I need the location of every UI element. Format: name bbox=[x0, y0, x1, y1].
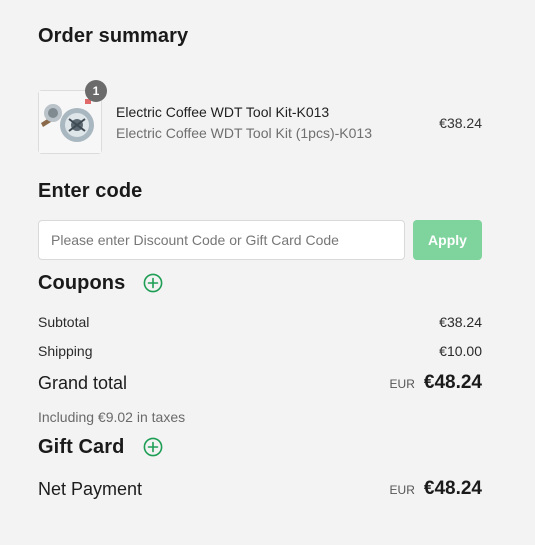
product-name: Electric Coffee WDT Tool Kit-K013 bbox=[116, 104, 330, 120]
grand-total-currency: EUR bbox=[389, 377, 415, 391]
tax-note: Including €9.02 in taxes bbox=[38, 409, 186, 425]
grand-total-amount: EUR €48.24 bbox=[390, 372, 482, 394]
enter-code-title: Enter code bbox=[38, 180, 143, 202]
net-payment-currency: EUR bbox=[389, 483, 415, 497]
shipping-value: €10.00 bbox=[439, 343, 482, 359]
quantity-badge: 1 bbox=[85, 80, 107, 102]
gift-card-title: Gift Card bbox=[38, 436, 125, 458]
grand-total-value: €48.24 bbox=[423, 372, 482, 393]
subtotal-value: €38.24 bbox=[439, 314, 482, 330]
plus-circle-icon[interactable] bbox=[143, 437, 163, 457]
apply-button[interactable]: Apply bbox=[413, 220, 482, 260]
gift-card-add-button[interactable] bbox=[143, 437, 163, 457]
grand-total-label: Grand total bbox=[38, 373, 128, 393]
coupons-title: Coupons bbox=[38, 272, 126, 294]
plus-circle-icon[interactable] bbox=[143, 273, 163, 293]
shipping-label: Shipping bbox=[38, 343, 93, 359]
product-price: €38.24 bbox=[439, 115, 482, 131]
discount-code-input[interactable] bbox=[38, 220, 405, 260]
coupons-add-button[interactable] bbox=[143, 273, 163, 293]
subtotal-label: Subtotal bbox=[38, 314, 90, 330]
order-summary-title: Order summary bbox=[38, 25, 189, 47]
net-payment-label: Net Payment bbox=[38, 479, 143, 499]
net-payment-value: €48.24 bbox=[423, 478, 482, 499]
product-variant: Electric Coffee WDT Tool Kit (1pcs)-K013 bbox=[116, 125, 372, 141]
net-payment-amount: EUR €48.24 bbox=[390, 478, 482, 500]
